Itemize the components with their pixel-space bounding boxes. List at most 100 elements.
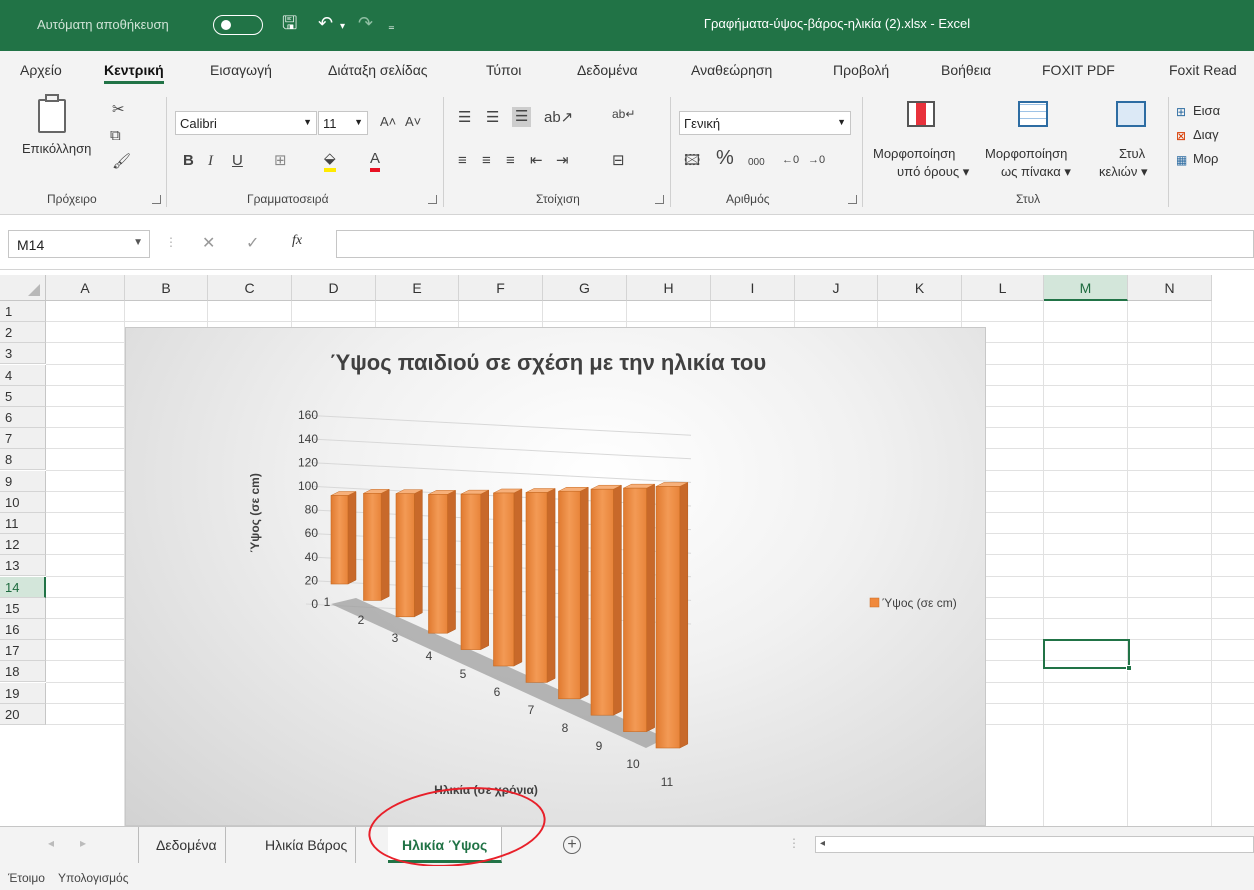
delete-cells-label[interactable]: Διαγ bbox=[1193, 127, 1219, 142]
column-header-f[interactable]: F bbox=[459, 275, 543, 301]
column-header-d[interactable]: D bbox=[292, 275, 376, 301]
tab-foxit-reader[interactable]: Foxit Read bbox=[1169, 62, 1237, 78]
format-cells-icon[interactable]: ▦ bbox=[1176, 151, 1187, 169]
row-header-19[interactable]: 19 bbox=[0, 682, 46, 704]
delete-cells-icon[interactable]: ⊠ bbox=[1176, 127, 1186, 145]
shrink-font-icon[interactable]: A˅ bbox=[405, 113, 421, 131]
chart-x-axis-title[interactable]: Ηλικία (σε χρόνια) bbox=[434, 783, 538, 797]
align-left-icon[interactable]: ≡ bbox=[458, 152, 467, 170]
align-middle-icon[interactable]: ☰ bbox=[486, 109, 499, 127]
paste-label[interactable]: Επικόλληση bbox=[22, 141, 91, 156]
table-format-label-2[interactable]: ως πίνακα ▾ bbox=[1001, 164, 1071, 180]
wrap-text-icon[interactable]: ab↵ bbox=[612, 105, 635, 123]
row-header-20[interactable]: 20 bbox=[0, 703, 46, 725]
column-header-h[interactable]: H bbox=[627, 275, 711, 301]
decrease-decimal-icon[interactable]: →0 bbox=[808, 151, 825, 169]
paste-icon[interactable] bbox=[38, 99, 66, 133]
row-header-17[interactable]: 17 bbox=[0, 640, 46, 662]
chart-bar-9[interactable] bbox=[590, 484, 622, 716]
cut-icon[interactable]: ✂ bbox=[112, 101, 125, 119]
number-format-select[interactable]: Γενική ▼ bbox=[679, 111, 851, 135]
sheet-tab-age-height[interactable]: Ηλικία Ύψος bbox=[388, 827, 503, 863]
font-name-select[interactable]: Calibri ▼ bbox=[175, 111, 317, 135]
row-header-13[interactable]: 13 bbox=[0, 555, 46, 577]
cell-styles-label-2[interactable]: κελιών ▾ bbox=[1099, 164, 1147, 180]
chart-y-axis-title[interactable]: Ύψος (σε cm) bbox=[248, 473, 262, 553]
cell-styles-icon[interactable] bbox=[1116, 101, 1146, 127]
chart-bar-2[interactable] bbox=[363, 488, 390, 601]
chart-bar-4[interactable] bbox=[428, 489, 456, 634]
chart-bar-1[interactable] bbox=[330, 491, 357, 585]
tab-home[interactable]: Κεντρική bbox=[104, 62, 164, 84]
column-header-n[interactable]: N bbox=[1128, 275, 1212, 301]
number-launcher-icon[interactable] bbox=[848, 195, 857, 204]
column-header-i[interactable]: I bbox=[711, 275, 795, 301]
tab-page-layout[interactable]: Διάταξη σελίδας bbox=[328, 62, 428, 78]
insert-cells-icon[interactable]: ⊞ bbox=[1176, 103, 1186, 121]
row-header-11[interactable]: 11 bbox=[0, 513, 46, 534]
tab-foxit-pdf[interactable]: FOXIT PDF bbox=[1042, 62, 1115, 78]
row-header-4[interactable]: 4 bbox=[0, 364, 46, 386]
format-painter-icon[interactable]: 🖌 bbox=[112, 153, 131, 171]
row-header-18[interactable]: 18 bbox=[0, 661, 46, 683]
row-header-9[interactable]: 9 bbox=[0, 470, 46, 492]
align-bottom-icon[interactable]: ☰ bbox=[512, 107, 532, 127]
insert-function-icon[interactable]: fx bbox=[292, 233, 302, 249]
tab-view[interactable]: Προβολή bbox=[833, 62, 889, 78]
chart-bar-5[interactable] bbox=[460, 489, 489, 651]
sheet-tab-age-weight[interactable]: Ηλικία Βάρος bbox=[257, 827, 357, 863]
tab-review[interactable]: Αναθεώρηση bbox=[691, 62, 772, 78]
chart-bar-8[interactable] bbox=[558, 486, 589, 700]
accounting-format-icon[interactable]: 🖾 bbox=[684, 152, 700, 170]
merge-center-icon[interactable]: ⊟ bbox=[612, 152, 625, 170]
fill-color-icon[interactable]: ⬙ bbox=[324, 150, 336, 172]
grow-font-icon[interactable]: A˄ bbox=[380, 113, 396, 131]
cell-styles-label[interactable]: Στυλ bbox=[1119, 146, 1145, 161]
chart-bar-10[interactable] bbox=[623, 483, 655, 733]
row-header-2[interactable]: 2 bbox=[0, 322, 46, 344]
row-header-16[interactable]: 16 bbox=[0, 619, 46, 640]
row-header-7[interactable]: 7 bbox=[0, 428, 46, 450]
chart-bar-6[interactable] bbox=[493, 488, 523, 667]
column-header-e[interactable]: E bbox=[376, 275, 459, 301]
increase-decimal-icon[interactable]: ←0 bbox=[782, 151, 799, 169]
column-header-l[interactable]: L bbox=[962, 275, 1044, 301]
format-cells-label[interactable]: Μορ bbox=[1193, 151, 1218, 166]
comma-style-icon[interactable]: 000 bbox=[748, 154, 765, 172]
row-header-6[interactable]: 6 bbox=[0, 407, 46, 428]
row-header-10[interactable]: 10 bbox=[0, 491, 46, 513]
format-as-table-icon[interactable] bbox=[1018, 101, 1048, 127]
scroll-left-icon[interactable]: ◂ bbox=[48, 836, 54, 850]
column-header-a[interactable]: A bbox=[46, 275, 125, 301]
decrease-indent-icon[interactable]: ⇤ bbox=[530, 152, 543, 170]
horizontal-scrollbar[interactable]: ◂ bbox=[815, 836, 1254, 853]
fill-handle[interactable] bbox=[1126, 665, 1132, 671]
formula-input[interactable] bbox=[336, 230, 1254, 258]
bold-icon[interactable]: B bbox=[183, 152, 194, 170]
copy-icon[interactable]: ⧉ bbox=[110, 127, 121, 145]
row-header-5[interactable]: 5 bbox=[0, 385, 46, 407]
chart-bar-11[interactable] bbox=[655, 482, 689, 749]
add-sheet-icon[interactable]: + bbox=[563, 836, 581, 854]
cancel-icon[interactable]: ✕ bbox=[202, 233, 215, 253]
select-all-button[interactable] bbox=[0, 275, 46, 301]
italic-icon[interactable]: I bbox=[208, 152, 213, 170]
table-format-label[interactable]: Μορφοποίηση bbox=[985, 146, 1067, 161]
chart-title[interactable]: Ύψος παιδιού σε σχέση με την ηλικία του bbox=[330, 350, 766, 375]
scroll-left-icon[interactable]: ◂ bbox=[820, 838, 825, 849]
column-header-m[interactable]: M bbox=[1044, 275, 1128, 301]
scroll-right-icon[interactable]: ▸ bbox=[80, 836, 86, 850]
enter-icon[interactable]: ✓ bbox=[246, 233, 259, 253]
chart[interactable]: Ύψος παιδιού σε σχέση με την ηλικία του … bbox=[125, 327, 986, 826]
align-right-icon[interactable]: ≡ bbox=[506, 152, 515, 170]
font-size-select[interactable]: 11 ▼ bbox=[318, 111, 368, 135]
row-header-14[interactable]: 14 bbox=[0, 576, 46, 598]
chart-legend[interactable]: Ύψος (σε cm) bbox=[869, 596, 957, 610]
cond-format-label-2[interactable]: υπό όρους ▾ bbox=[897, 164, 969, 180]
alignment-launcher-icon[interactable] bbox=[655, 195, 664, 204]
borders-icon[interactable]: ⊞ bbox=[274, 152, 287, 170]
underline-icon[interactable]: U bbox=[232, 152, 243, 170]
tab-formulas[interactable]: Τύποι bbox=[486, 62, 521, 78]
tab-insert[interactable]: Εισαγωγή bbox=[210, 62, 272, 78]
align-top-icon[interactable]: ☰ bbox=[458, 109, 471, 127]
